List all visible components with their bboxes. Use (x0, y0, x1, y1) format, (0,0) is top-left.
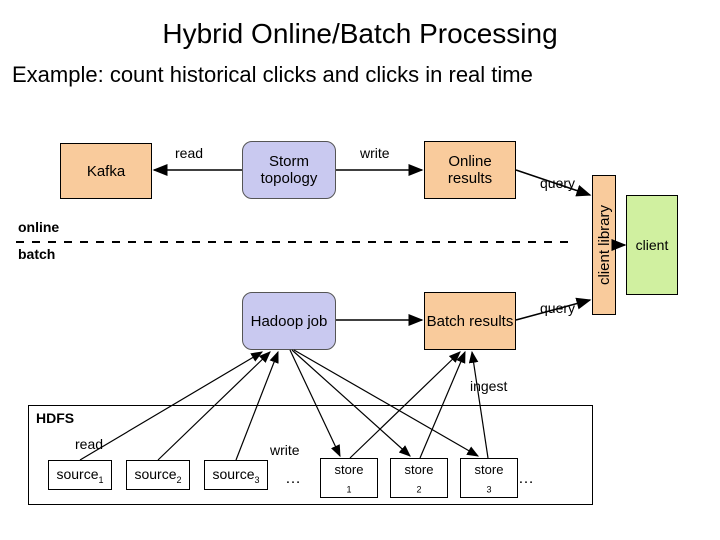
query-label-top: query (540, 175, 575, 191)
ingest-label: ingest (470, 378, 507, 394)
batch-section-label: batch (18, 246, 55, 262)
source-1: source1 (48, 460, 112, 490)
source-2: source2 (126, 460, 190, 490)
source-3: source3 (204, 460, 268, 490)
store-3: store3 (460, 458, 518, 498)
client-library-node: client library (592, 175, 616, 315)
store-1: store1 (320, 458, 378, 498)
online-results-node: Online results (424, 141, 516, 199)
client-node: client (626, 195, 678, 295)
read-label: read (175, 145, 203, 161)
storm-topology-node: Storm topology (242, 141, 336, 199)
hdfs-label: HDFS (36, 410, 74, 426)
hadoop-job-node: Hadoop job (242, 292, 336, 350)
diagram-canvas: Kafka Storm topology Online results Hado… (0, 0, 720, 540)
store-2: store2 (390, 458, 448, 498)
kafka-node: Kafka (60, 143, 152, 199)
query-label-bottom: query (540, 300, 575, 316)
online-section-label: online (18, 219, 59, 235)
batch-results-node: Batch results (424, 292, 516, 350)
write-label: write (360, 145, 390, 161)
